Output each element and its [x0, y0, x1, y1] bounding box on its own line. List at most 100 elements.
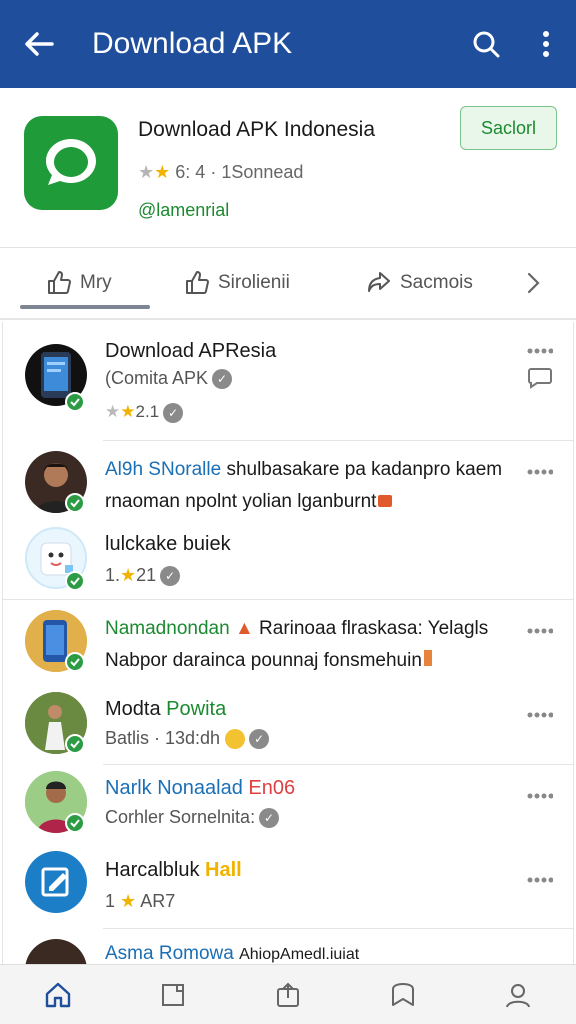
star-icon: ★ [120, 402, 136, 421]
app-header-card: Download APK Indonesia ★★ 6: 4 · 1Sonnea… [0, 88, 576, 248]
item-title[interactable]: Narlk Nonaalad En06 [105, 777, 295, 800]
star-icon: ★ [154, 162, 171, 182]
item-subtitle: (Comita APK ✓ [105, 368, 233, 390]
more-horiz-icon [527, 712, 553, 718]
more-options-button[interactable] [525, 342, 555, 360]
more-horiz-icon [527, 628, 553, 634]
item-rating: ★★2.1 ✓ [105, 402, 184, 423]
page-title: Download APK [92, 27, 293, 60]
item-text-2: rnaoman npolnt yolian lganburnt [105, 491, 393, 513]
chat-bubble-icon [528, 368, 552, 389]
tab-label: Sirolienii [218, 272, 290, 293]
tab-sacmois[interactable]: Sacmois [366, 247, 473, 319]
list-item[interactable]: Download APResia (Comita APK ✓ ★★2.1 ✓ [3, 322, 573, 440]
item-title[interactable]: Download APResia [105, 340, 276, 363]
item-title[interactable]: Harcalbluk Hall [105, 859, 242, 882]
more-horiz-icon [527, 877, 553, 883]
verified-badge-icon [65, 734, 85, 754]
list-item[interactable]: lulckake buiek 1.★21 ✓ [3, 525, 573, 599]
emoji-flag-icon [378, 495, 393, 507]
tab-next[interactable] [526, 247, 540, 319]
verified-badge-icon [65, 571, 85, 591]
app-rating: ★★ 6: 4 · 1Sonnead [138, 162, 303, 183]
item-text-2: Nabpor darainca pounnaj fonsmehuin [105, 650, 432, 672]
search-button[interactable] [456, 0, 516, 88]
edit-note-icon [41, 867, 69, 897]
app-developer-tag[interactable]: @lamenrial [138, 200, 229, 221]
app-name: Download APK Indonesia [138, 118, 375, 141]
more-options-button[interactable] [525, 622, 555, 640]
share-icon [368, 272, 390, 292]
tab-label: Sacmois [400, 272, 473, 293]
smile-emoji-icon [225, 729, 246, 750]
home-icon [45, 982, 70, 1007]
info-icon: ✓ [249, 729, 270, 750]
star-icon: ★ [120, 565, 137, 585]
more-vert-icon [543, 31, 549, 57]
more-options-button[interactable] [525, 463, 555, 481]
overflow-menu-button[interactable] [516, 0, 576, 88]
tab-bar: Mry Sirolienii Sacmois [0, 248, 576, 320]
thumbs-up-outline-icon [186, 271, 209, 294]
feed-list[interactable]: Download APResia (Comita APK ✓ ★★2.1 ✓ Al9… [2, 322, 574, 964]
item-title[interactable]: Modta Powita [105, 698, 226, 721]
list-item[interactable]: Narlk Nonaalad En06 Corhler Sornelnita: ✓ [3, 765, 573, 845]
upload-box-icon [277, 982, 299, 1007]
info-icon: ✓ [163, 402, 184, 423]
profile-icon [506, 983, 531, 1007]
chevron-right-icon [527, 272, 540, 294]
more-horiz-icon [527, 469, 553, 475]
nav-profile[interactable] [461, 965, 576, 1024]
active-tab-indicator [20, 305, 150, 309]
verified-badge-icon [65, 813, 85, 833]
star-icon: ★ [138, 162, 155, 182]
search-icon [473, 31, 500, 58]
info-icon: ✓ [259, 808, 280, 829]
square-icon [161, 983, 184, 1006]
item-text: Al9h SNoralle shulbasakare pa kadanpro k… [105, 459, 503, 480]
list-item[interactable]: Modta Powita Batlis · 13d:dh ✓ [3, 684, 573, 764]
avatar [25, 939, 87, 964]
avatar [25, 851, 87, 913]
list-item[interactable]: Asma Romowa AhiopAmedl.iuiat [3, 929, 573, 964]
emoji-icon [423, 650, 432, 666]
back-arrow-icon [25, 32, 54, 56]
more-options-button[interactable] [525, 787, 555, 805]
more-horiz-icon [527, 793, 553, 799]
bottom-navigation [0, 964, 576, 1024]
star-icon: ★ [105, 402, 121, 421]
bookmark-icon [392, 982, 415, 1006]
item-text: Namadnondan ▲ Rarinoaa flraskasa: Yelagl… [105, 618, 489, 639]
item-title[interactable]: lulckake buiek [105, 533, 231, 556]
item-meta: 1 ★ AR7 [105, 891, 176, 911]
fire-icon: ▲ [234, 618, 254, 639]
verified-badge-icon [65, 493, 85, 513]
more-options-button[interactable] [525, 871, 555, 889]
app-logo [24, 116, 118, 210]
verified-badge-icon [65, 392, 85, 412]
info-icon: ✓ [160, 566, 181, 587]
star-icon: ★ [120, 891, 137, 911]
tab-label: Mry [80, 272, 112, 293]
nav-pages[interactable] [115, 965, 230, 1024]
tab-sirolienii[interactable]: Sirolienii [184, 247, 290, 319]
more-horiz-icon [527, 348, 553, 354]
item-meta: 1.★21 ✓ [105, 565, 181, 587]
info-icon: ✓ [212, 369, 233, 390]
item-meta: Batlis · 13d:dh ✓ [105, 728, 270, 750]
list-item[interactable]: Harcalbluk Hall 1 ★ AR7 [3, 845, 573, 929]
back-button[interactable] [0, 0, 78, 88]
nav-saved[interactable] [346, 965, 461, 1024]
app-bar: Download APK [0, 0, 576, 88]
chat-bubble-logo-icon [46, 139, 96, 185]
app-rating-text: 6: 4 · 1Sonnead [175, 162, 304, 182]
comment-button[interactable] [525, 366, 555, 390]
list-item[interactable]: Namadnondan ▲ Rarinoaa flraskasa: Yelagl… [3, 600, 573, 684]
nav-downloads[interactable] [230, 965, 345, 1024]
more-options-button[interactable] [525, 706, 555, 724]
verified-badge-icon [65, 652, 85, 672]
item-text: Asma Romowa AhiopAmedl.iuiat [105, 943, 360, 964]
install-button[interactable]: Saclorl [460, 106, 557, 150]
nav-home[interactable] [0, 965, 115, 1024]
list-item[interactable]: Al9h SNoralle shulbasakare pa kadanpro k… [3, 441, 573, 525]
